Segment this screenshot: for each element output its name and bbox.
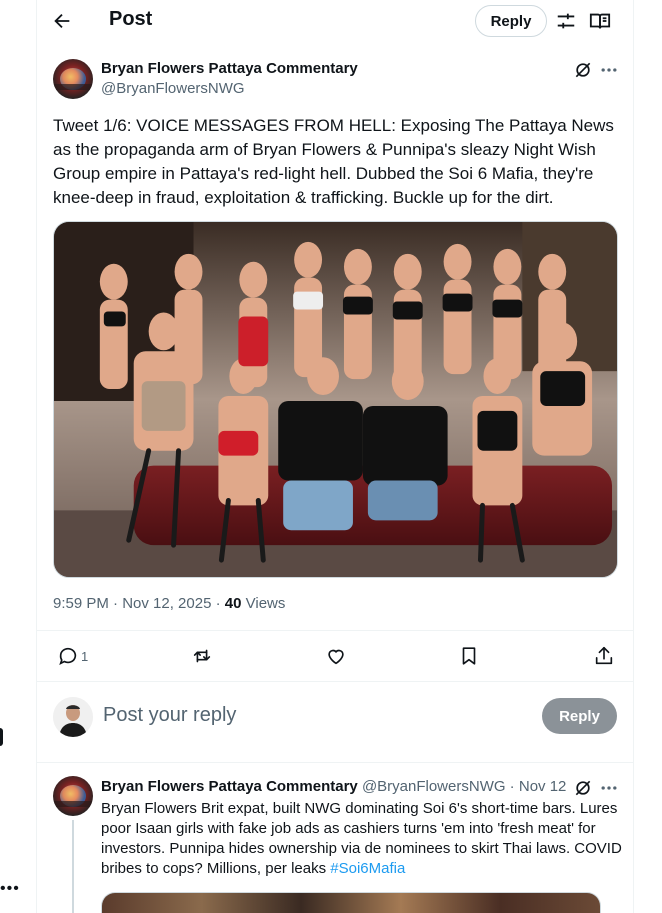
reply-author-avatar[interactable]	[53, 776, 93, 816]
share-action[interactable]	[593, 645, 615, 667]
more-dots-icon[interactable]: •••	[0, 880, 20, 898]
more-options-icon[interactable]	[599, 778, 619, 798]
like-action[interactable]	[325, 645, 347, 667]
more-options-icon[interactable]	[599, 60, 619, 80]
header-reply-button[interactable]: Reply	[475, 5, 547, 37]
author-handle[interactable]: @BryanFlowersNWG	[101, 80, 245, 97]
post-photo[interactable]	[53, 221, 618, 578]
page-title: Post	[109, 8, 153, 30]
reply-submit-button[interactable]: Reply	[542, 698, 617, 734]
author-avatar[interactable]	[53, 59, 93, 99]
grok-icon[interactable]	[573, 60, 593, 80]
repost-icon	[193, 649, 211, 663]
share-icon	[595, 646, 613, 665]
reply-action[interactable]: 1	[57, 645, 88, 667]
reply-date[interactable]: Nov 12	[519, 778, 567, 795]
hashtag-link[interactable]: #Soi6Mafia	[330, 860, 405, 877]
meta-separator: ·	[211, 595, 225, 612]
heart-icon	[328, 649, 344, 665]
reply-text: Bryan Flowers Brit expat, built NWG domi…	[101, 799, 626, 879]
post-text: Tweet 1/6: VOICE MESSAGES FROM HELL: Exp…	[53, 116, 614, 207]
arrow-left-icon[interactable]	[51, 10, 73, 32]
sliders-icon[interactable]	[555, 10, 577, 32]
reply-photo[interactable]	[101, 892, 601, 913]
views-label: Views	[241, 595, 286, 612]
grok-icon[interactable]	[573, 778, 593, 798]
post-timestamp[interactable]: 9:59 PM · Nov 12, 2025	[53, 595, 211, 612]
post-meta: 9:59 PM · Nov 12, 2025 · 40 Views	[53, 595, 285, 612]
main-column: Post Reply Bryan Flowers Pattaya Comment…	[36, 0, 634, 913]
thread-connector	[72, 820, 74, 913]
my-avatar[interactable]	[53, 697, 93, 737]
reply-separator: ·	[505, 778, 519, 795]
sidebar-edge-indicator	[0, 728, 3, 746]
reply-author-name[interactable]: Bryan Flowers Pattaya Commentary	[101, 778, 358, 795]
reply-input[interactable]: Post your reply	[103, 704, 236, 727]
repost-action[interactable]	[191, 645, 213, 667]
views-count: 40	[224, 595, 242, 612]
bookmark-action[interactable]	[458, 645, 480, 667]
reply-header: Bryan Flowers Pattaya Commentary @BryanF…	[101, 778, 566, 795]
author-name[interactable]: Bryan Flowers Pattaya Commentary	[101, 60, 358, 77]
comment-icon	[59, 647, 77, 665]
post-action-bar: 1	[37, 630, 634, 682]
page-header: Post Reply	[37, 0, 634, 42]
reply-post[interactable]: Bryan Flowers Pattaya Commentary @BryanF…	[37, 764, 634, 913]
reply-count: 1	[81, 648, 89, 664]
reply-composer: Post your reply Reply	[37, 683, 634, 763]
reply-author-handle[interactable]: @BryanFlowersNWG	[362, 778, 506, 795]
left-gutter: •••	[0, 0, 36, 913]
reader-mode-icon[interactable]	[589, 10, 611, 32]
bookmark-icon	[462, 647, 476, 665]
